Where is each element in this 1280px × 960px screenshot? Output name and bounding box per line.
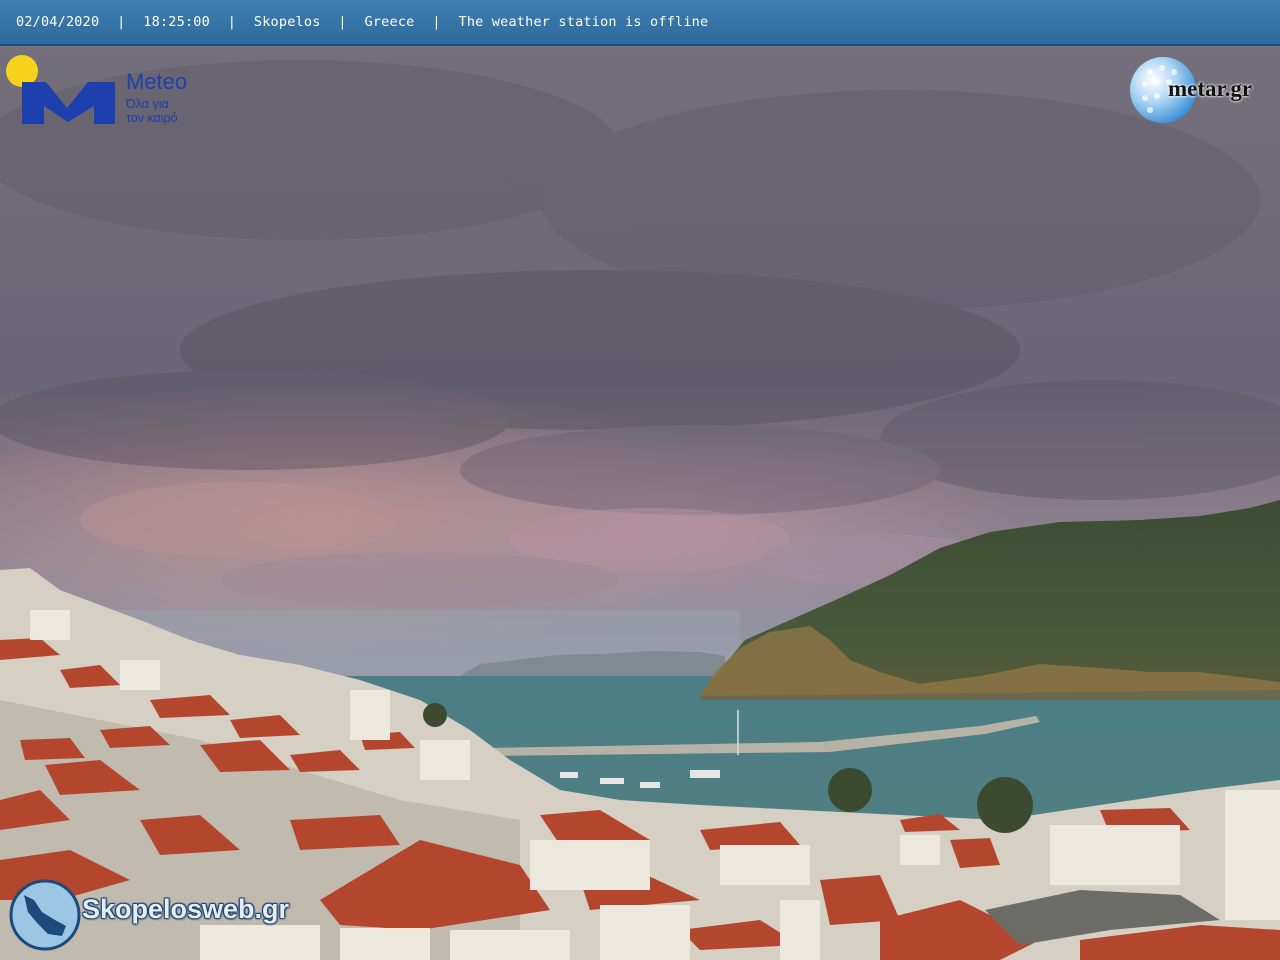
skopelosweb-brand: Skopelosweb.gr xyxy=(82,894,290,924)
country-label: Greece xyxy=(364,14,415,30)
separator: | xyxy=(117,14,126,30)
station-status: The weather station is offline xyxy=(458,14,709,30)
date-label: 02/04/2020 xyxy=(16,14,100,30)
status-bar: 02/04/2020 | 18:25:00 | Skopelos | Greece | The … xyxy=(0,0,1280,46)
meteo-tagline-line1: Όλα για xyxy=(126,97,169,111)
location-label: Skopelos xyxy=(253,14,321,30)
meteo-tagline-line2: τον καιρό xyxy=(126,111,178,125)
webcam-scene xyxy=(0,0,1280,960)
metar-brand: metar.gr xyxy=(1168,76,1253,101)
status-bar-text: 02/04/2020 | 18:25:00 | Skopelos | Greece | The … xyxy=(16,14,708,30)
island-map-logo xyxy=(9,879,81,951)
separator: | xyxy=(432,14,441,30)
time-label: 18:25:00 xyxy=(143,14,210,30)
meteo-brand: Meteo xyxy=(126,69,188,94)
separator: | xyxy=(338,14,347,30)
separator: | xyxy=(227,14,237,30)
